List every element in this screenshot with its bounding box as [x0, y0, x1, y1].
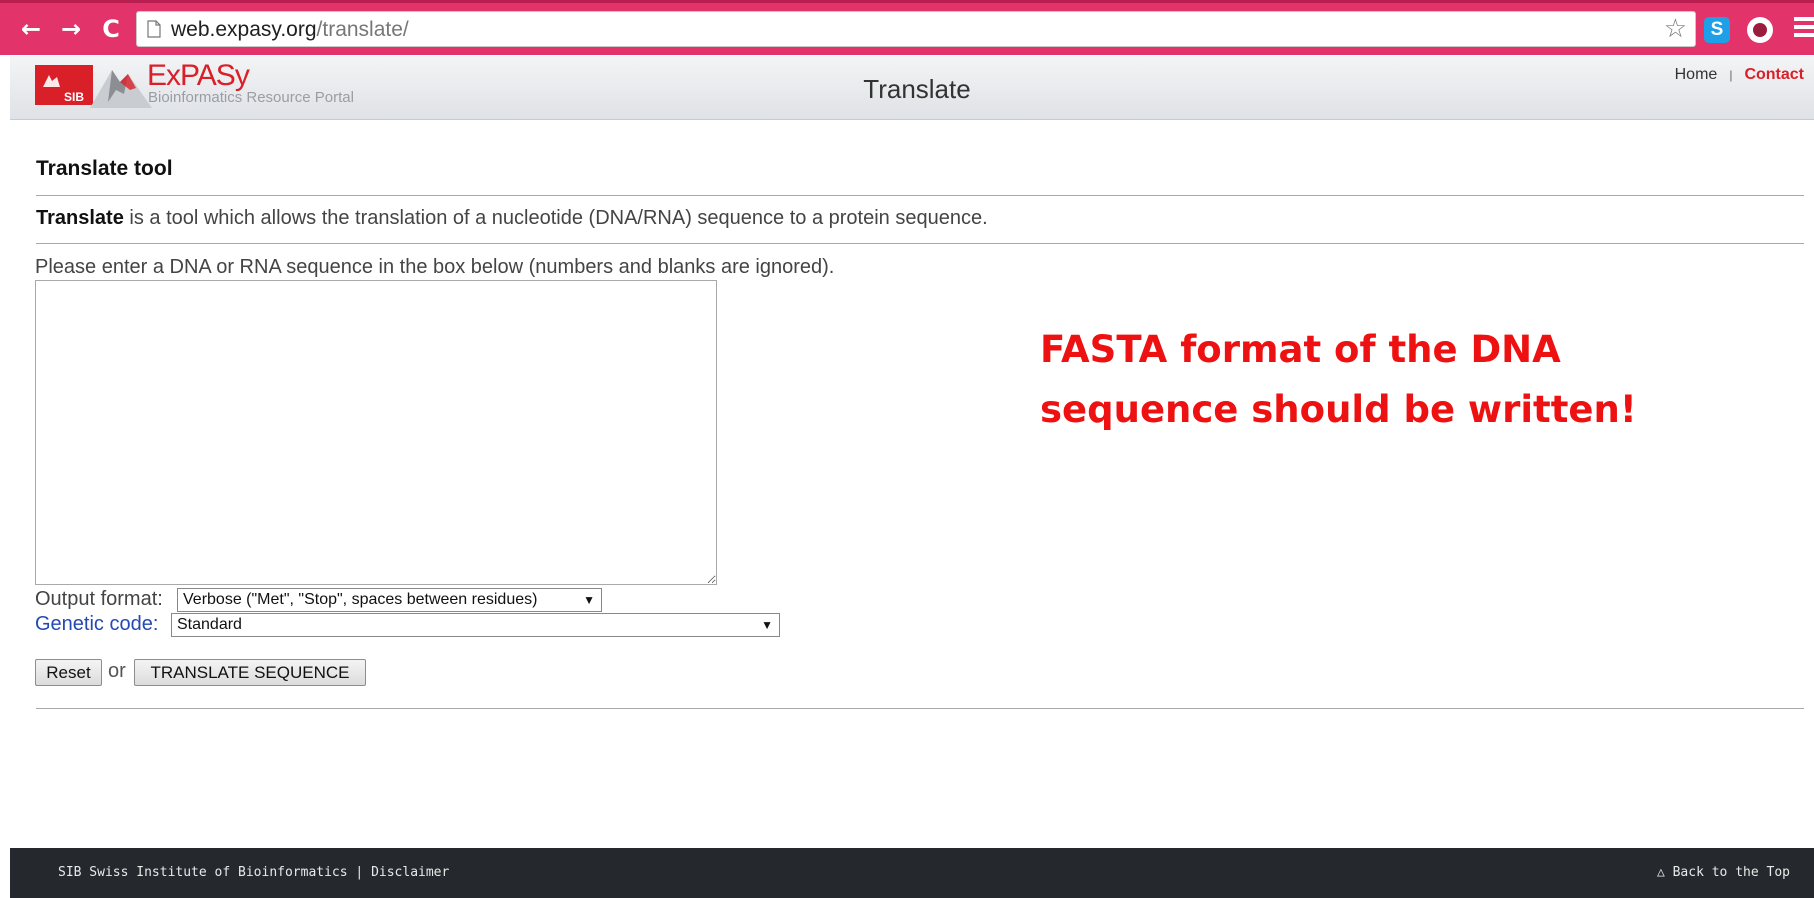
- header-nav: Home | Contact: [1675, 66, 1804, 84]
- translate-sequence-button[interactable]: TRANSLATE SEQUENCE: [134, 659, 366, 686]
- site-header: SIB ExPASy Bioinformatics Resource Porta…: [10, 56, 1814, 120]
- address-bar[interactable]: web.expasy.org/translate/ ☆: [136, 11, 1696, 47]
- url-text[interactable]: web.expasy.org/translate/: [171, 18, 409, 42]
- contact-link[interactable]: Contact: [1744, 66, 1804, 83]
- url-path: /translate/: [316, 18, 409, 41]
- browser-menu-icon[interactable]: [1794, 17, 1814, 41]
- annotation-line-1: FASTA format of the DNA: [1040, 328, 1561, 371]
- genetic-code-link[interactable]: Genetic code:: [35, 613, 158, 636]
- divider: [36, 243, 1804, 244]
- page-icon: [147, 20, 161, 38]
- footer-links[interactable]: SIB Swiss Institute of Bioinformatics | …: [58, 865, 449, 880]
- dropdown-arrow-icon: ▼: [761, 618, 773, 632]
- back-arrow-icon[interactable]: ←: [18, 16, 44, 42]
- bookmark-star-icon[interactable]: ☆: [1664, 16, 1687, 42]
- sequence-input[interactable]: [35, 280, 717, 585]
- reload-icon[interactable]: C: [98, 16, 124, 42]
- annotation-line-2: sequence should be written!: [1040, 388, 1637, 431]
- back-to-top-link[interactable]: △ Back to the Top: [1657, 865, 1790, 880]
- output-format-value: Verbose ("Met", "Stop", spaces between r…: [183, 591, 538, 608]
- dropdown-arrow-icon: ▼: [583, 593, 595, 607]
- footer: SIB Swiss Institute of Bioinformatics | …: [10, 848, 1814, 898]
- output-format-label: Output format:: [35, 588, 163, 610]
- genetic-code-value: Standard: [177, 616, 242, 633]
- intro-rest: is a tool which allows the translation o…: [123, 207, 988, 229]
- intro-text: Translate is a tool which allows the tra…: [36, 207, 988, 230]
- genetic-code-select[interactable]: Standard ▼: [171, 613, 780, 637]
- or-label: or: [108, 660, 126, 682]
- url-host: web.expasy.org: [171, 18, 317, 41]
- annotation-note: FASTA format of the DNA sequence should …: [1040, 320, 1680, 440]
- home-link[interactable]: Home: [1675, 66, 1718, 83]
- nav-separator: |: [1729, 68, 1733, 82]
- skype-extension-icon[interactable]: S: [1704, 17, 1730, 43]
- reset-button[interactable]: Reset: [35, 659, 102, 686]
- browser-toolbar: ← → C web.expasy.org/translate/ ☆ S: [0, 0, 1814, 55]
- divider: [36, 195, 1804, 196]
- output-format-select[interactable]: Verbose ("Met", "Stop", spaces between r…: [177, 588, 602, 612]
- divider: [36, 708, 1804, 709]
- instructions-text: Please enter a DNA or RNA sequence in th…: [35, 256, 835, 278]
- extension-icon[interactable]: [1747, 17, 1773, 43]
- intro-bold: Translate: [36, 207, 124, 229]
- page-title: Translate: [863, 74, 971, 104]
- tool-title: Translate tool: [36, 157, 173, 180]
- forward-arrow-icon[interactable]: →: [58, 16, 84, 42]
